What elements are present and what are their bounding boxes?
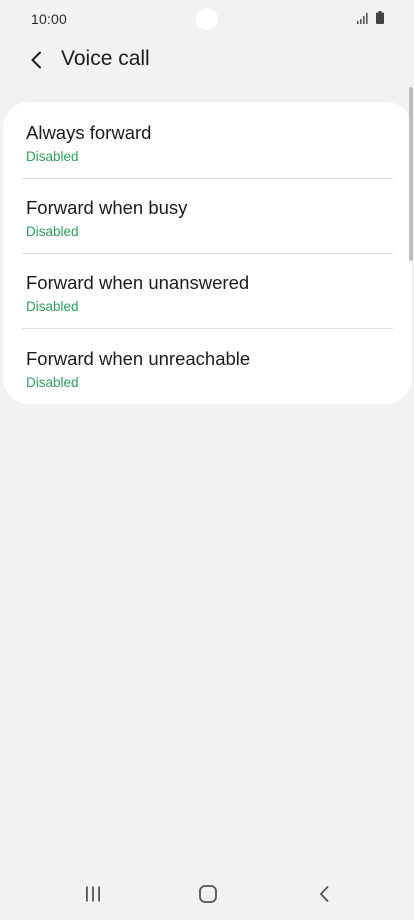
- status-time: 10:00: [31, 11, 68, 27]
- divider: [22, 328, 393, 329]
- item-status: Disabled: [26, 224, 79, 239]
- item-title: Forward when unreachable: [26, 348, 251, 369]
- page-title: Voice call: [61, 47, 150, 70]
- forward-when-unreachable-item[interactable]: Forward when unreachable Disabled: [3, 330, 412, 405]
- app-header: Voice call: [0, 38, 414, 82]
- item-status: Disabled: [26, 375, 79, 390]
- scrollbar[interactable]: [409, 87, 413, 261]
- signal-icon: [357, 13, 368, 24]
- home-icon: [199, 885, 217, 903]
- item-status: Disabled: [26, 149, 79, 164]
- always-forward-item[interactable]: Always forward Disabled: [3, 104, 412, 179]
- recent-apps-icon: [86, 886, 100, 902]
- item-title: Forward when busy: [26, 197, 188, 218]
- call-forwarding-card: Always forward Disabled Forward when bus…: [3, 102, 412, 404]
- forward-when-unanswered-item[interactable]: Forward when unanswered Disabled: [3, 254, 412, 329]
- back-icon: [320, 886, 329, 902]
- status-bar: 10:00: [0, 0, 414, 38]
- home-button[interactable]: [186, 878, 230, 910]
- forward-when-busy-item[interactable]: Forward when busy Disabled: [3, 179, 412, 254]
- chevron-left-icon: [31, 51, 41, 69]
- nav-back-button[interactable]: [302, 878, 346, 910]
- camera-cutout: [196, 8, 218, 30]
- recent-apps-button[interactable]: [71, 878, 115, 910]
- battery-icon: [376, 11, 384, 24]
- item-status: Disabled: [26, 299, 79, 314]
- item-title: Forward when unanswered: [26, 272, 250, 293]
- item-title: Always forward: [26, 122, 152, 143]
- navigation-bar: [0, 870, 414, 920]
- back-button[interactable]: [18, 42, 54, 78]
